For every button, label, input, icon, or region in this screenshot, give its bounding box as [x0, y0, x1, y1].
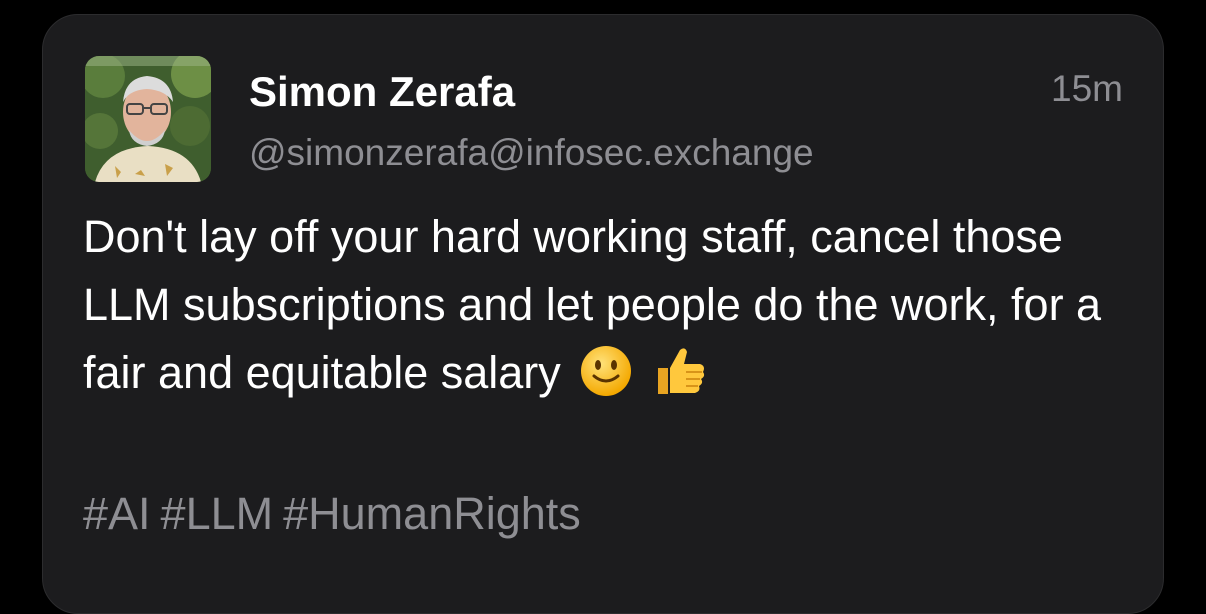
- hashtag-humanrights[interactable]: #HumanRights: [283, 488, 581, 539]
- hashtag-ai[interactable]: #AI: [83, 488, 151, 539]
- post-hashtags: #AI #LLM #HumanRights: [83, 485, 591, 543]
- profile-photo-icon: [85, 56, 211, 182]
- post-card[interactable]: Simon Zerafa @simonzerafa@infosec.exchan…: [42, 14, 1164, 614]
- avatar[interactable]: [85, 56, 211, 182]
- hashtag-llm[interactable]: #LLM: [161, 488, 274, 539]
- post-body: Don't lay off your hard working staff, c…: [83, 203, 1143, 417]
- author-display-name[interactable]: Simon Zerafa: [249, 67, 515, 117]
- author-handle[interactable]: @simonzerafa@infosec.exchange: [249, 131, 814, 175]
- slightly-smiling-face-icon: [579, 344, 633, 417]
- post-timestamp: 15m: [1051, 68, 1123, 109]
- thumbs-up-icon: [652, 342, 708, 417]
